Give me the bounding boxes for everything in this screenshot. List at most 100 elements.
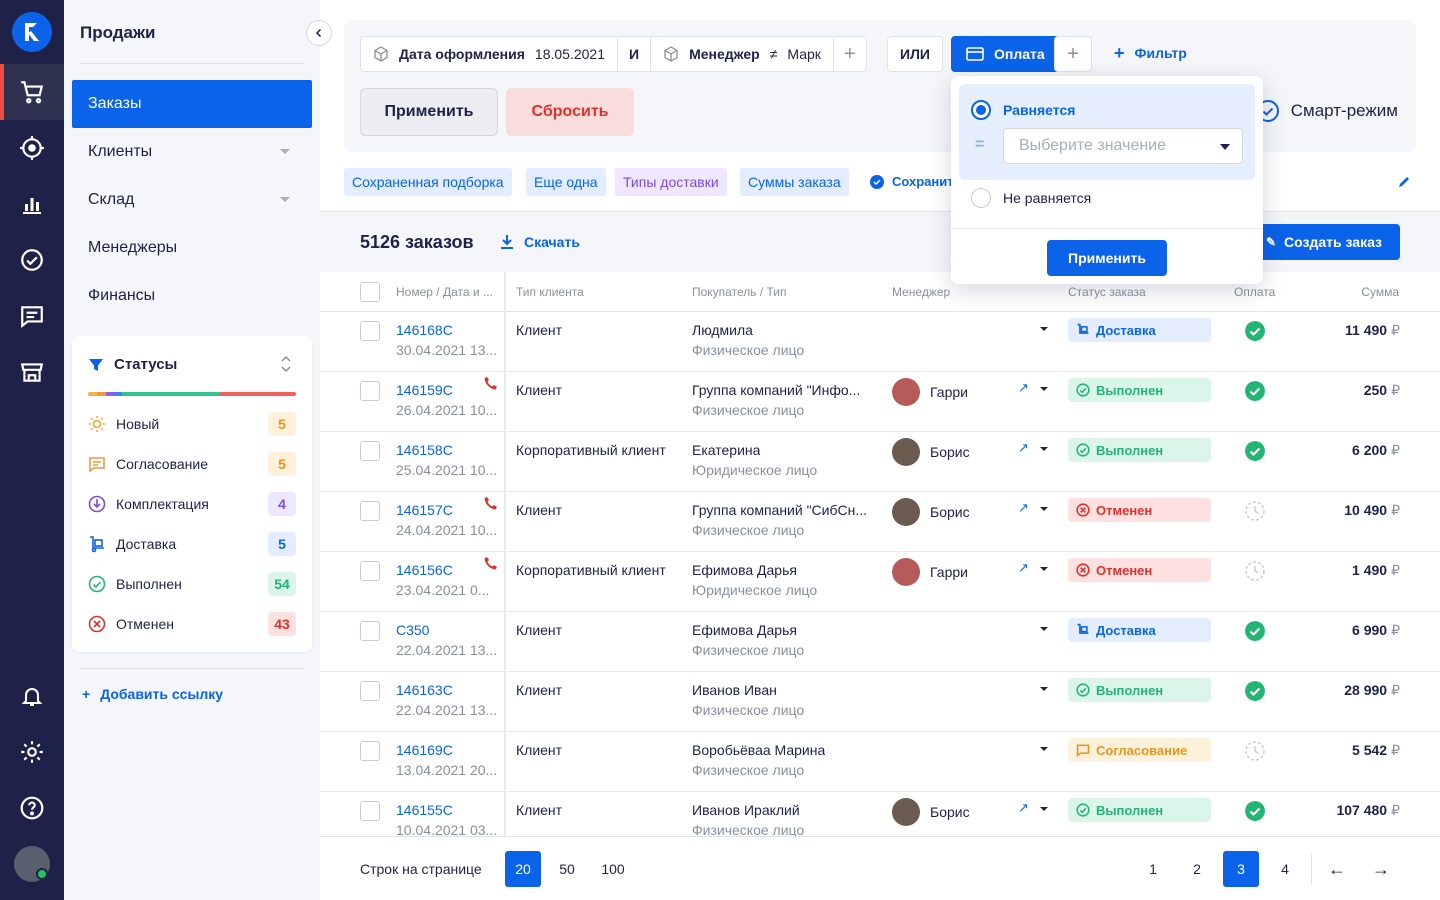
manager-cell[interactable]: Борис bbox=[892, 498, 970, 526]
manager-cell[interactable]: Борис bbox=[892, 798, 970, 826]
table-row[interactable]: 146159C 26.04.2021 10... Клиент Группа к… bbox=[320, 372, 1440, 432]
row-checkbox[interactable] bbox=[360, 621, 380, 641]
page-size-option[interactable]: 100 bbox=[595, 851, 631, 887]
reset-filters-button[interactable]: Сбросить bbox=[506, 88, 634, 136]
apply-filters-button[interactable]: Применить bbox=[360, 88, 498, 136]
rail-help-icon[interactable] bbox=[0, 780, 64, 836]
save-filter-button[interactable]: Сохранить bbox=[870, 174, 962, 189]
order-number-link[interactable]: 146157C bbox=[396, 502, 453, 518]
status-done[interactable]: Выполнен 54 bbox=[88, 570, 296, 598]
buyer-name[interactable]: Группа компаний "Инфо... bbox=[692, 382, 860, 398]
nav-finance[interactable]: Финансы bbox=[72, 272, 312, 320]
select-all-checkbox[interactable] bbox=[360, 282, 380, 302]
rail-target-icon[interactable] bbox=[0, 120, 64, 176]
saved-filter[interactable]: Сохраненная подборка bbox=[344, 168, 512, 196]
status-assembly[interactable]: Комплектация 4 bbox=[88, 490, 296, 518]
table-row[interactable]: 146157C 24.04.2021 10... Клиент Группа к… bbox=[320, 492, 1440, 552]
table-row[interactable]: C350 22.04.2021 13... Клиент Ефимова Дар… bbox=[320, 612, 1440, 672]
user-avatar[interactable] bbox=[14, 846, 50, 882]
expand-collapse-icon[interactable] bbox=[280, 354, 292, 374]
status-badge[interactable]: Отменен bbox=[1068, 498, 1211, 522]
add-condition-button[interactable]: + bbox=[1054, 36, 1092, 72]
row-checkbox[interactable] bbox=[360, 561, 380, 581]
col-header-payment[interactable]: Оплата bbox=[1234, 285, 1275, 299]
status-badge[interactable]: Выполнен bbox=[1068, 798, 1211, 822]
not-equals-radio[interactable] bbox=[971, 188, 991, 208]
nav-warehouse[interactable]: Склад bbox=[72, 176, 312, 224]
status-badge[interactable]: Доставка bbox=[1068, 318, 1211, 342]
order-number-link[interactable]: C350 bbox=[396, 622, 429, 638]
manager-dropdown-chevron-icon[interactable] bbox=[1040, 627, 1048, 631]
create-order-button[interactable]: ✎ Создать заказ bbox=[1248, 224, 1400, 260]
buyer-name[interactable]: Иванов Иван bbox=[692, 682, 777, 698]
phone-icon[interactable] bbox=[484, 496, 498, 510]
row-checkbox[interactable] bbox=[360, 381, 380, 401]
col-header-status[interactable]: Статус заказа bbox=[1068, 285, 1146, 299]
table-row[interactable]: 146158C 25.04.2021 10... Корпоративный к… bbox=[320, 432, 1440, 492]
row-checkbox[interactable] bbox=[360, 801, 380, 821]
manager-dropdown-chevron-icon[interactable] bbox=[1040, 687, 1048, 691]
collapse-sidebar-button[interactable] bbox=[306, 20, 332, 46]
buyer-name[interactable]: Иванов Ираклий bbox=[692, 802, 800, 818]
buyer-name[interactable]: Екатерина bbox=[692, 442, 760, 458]
buyer-name[interactable]: Воробьёваа Марина bbox=[692, 742, 825, 758]
col-header-manager[interactable]: Менеджер bbox=[892, 285, 950, 299]
manager-cell[interactable]: Гарри bbox=[892, 378, 968, 406]
status-badge[interactable]: Выполнен bbox=[1068, 378, 1211, 402]
open-manager-arrow-icon[interactable]: ↗ bbox=[1018, 440, 1029, 456]
filter-chip-payment[interactable]: Оплата bbox=[951, 36, 1060, 72]
open-manager-arrow-icon[interactable]: ↗ bbox=[1018, 380, 1029, 396]
table-row[interactable]: 146169C 13.04.2021 20... Клиент Воробьёв… bbox=[320, 732, 1440, 792]
row-checkbox[interactable] bbox=[360, 501, 380, 521]
status-badge[interactable]: Доставка bbox=[1068, 618, 1211, 642]
order-number-link[interactable]: 146155C bbox=[396, 802, 453, 818]
saved-filter[interactable]: Суммы заказа bbox=[740, 168, 849, 196]
page-button[interactable]: 1 bbox=[1135, 851, 1171, 887]
col-header-client-type[interactable]: Тип клиента bbox=[516, 285, 584, 299]
prev-page-arrow-icon[interactable]: ← bbox=[1319, 851, 1355, 887]
col-header-number[interactable]: Номер / Дата и ... bbox=[396, 285, 493, 299]
manager-dropdown-chevron-icon[interactable] bbox=[1040, 447, 1048, 451]
page-size-option[interactable]: 50 bbox=[549, 851, 585, 887]
status-new[interactable]: Новый 5 bbox=[88, 410, 296, 438]
buyer-name[interactable]: Ефимова Дарья bbox=[692, 622, 797, 638]
filter-chip-date[interactable]: Дата оформления 18.05.2021 И Менеджер ≠ … bbox=[360, 36, 867, 72]
page-button[interactable]: 4 bbox=[1267, 851, 1303, 887]
nav-managers[interactable]: Менеджеры bbox=[72, 224, 312, 272]
page-size-option[interactable]: 20 bbox=[505, 851, 541, 887]
manager-cell[interactable]: Борис bbox=[892, 438, 970, 466]
logic-or[interactable]: ИЛИ bbox=[887, 36, 943, 72]
equals-radio[interactable] bbox=[971, 100, 991, 120]
status-badge[interactable]: Отменен bbox=[1068, 558, 1211, 582]
order-number-link[interactable]: 146156C bbox=[396, 562, 453, 578]
add-condition-button[interactable]: + bbox=[834, 37, 866, 71]
status-cancelled[interactable]: Отменен 43 bbox=[88, 610, 296, 638]
buyer-name[interactable]: Группа компаний "СибСн... bbox=[692, 502, 867, 518]
order-number-link[interactable]: 146169C bbox=[396, 742, 453, 758]
manager-dropdown-chevron-icon[interactable] bbox=[1040, 387, 1048, 391]
row-checkbox[interactable] bbox=[360, 741, 380, 761]
status-badge[interactable]: Выполнен bbox=[1068, 438, 1211, 462]
status-approval[interactable]: Согласование 5 bbox=[88, 450, 296, 478]
row-checkbox[interactable] bbox=[360, 681, 380, 701]
saved-filter[interactable]: Типы доставки bbox=[615, 168, 727, 196]
manager-dropdown-chevron-icon[interactable] bbox=[1040, 327, 1048, 331]
open-manager-arrow-icon[interactable]: ↗ bbox=[1018, 560, 1029, 576]
popover-apply-button[interactable]: Применить bbox=[1047, 240, 1167, 276]
status-delivery[interactable]: Доставка 5 bbox=[88, 530, 296, 558]
manager-dropdown-chevron-icon[interactable] bbox=[1040, 507, 1048, 511]
status-badge[interactable]: Согласование bbox=[1068, 738, 1211, 762]
order-number-link[interactable]: 146163C bbox=[396, 682, 453, 698]
manager-dropdown-chevron-icon[interactable] bbox=[1040, 567, 1048, 571]
rail-chat-icon[interactable] bbox=[0, 288, 64, 344]
page-button[interactable]: 3 bbox=[1223, 851, 1259, 887]
smart-mode-toggle[interactable]: Смарт-режим bbox=[1256, 100, 1398, 122]
rail-chart-icon[interactable] bbox=[0, 176, 64, 232]
add-link-button[interactable]: + Добавить ссылку bbox=[82, 686, 223, 702]
app-logo[interactable] bbox=[12, 12, 52, 52]
saved-filter[interactable]: Еще одна bbox=[526, 168, 606, 196]
nav-clients[interactable]: Клиенты bbox=[72, 128, 312, 176]
rail-cart-icon[interactable] bbox=[0, 64, 64, 120]
next-page-arrow-icon[interactable]: → bbox=[1363, 851, 1399, 887]
add-filter-button[interactable]: + Фильтр bbox=[1114, 44, 1187, 62]
